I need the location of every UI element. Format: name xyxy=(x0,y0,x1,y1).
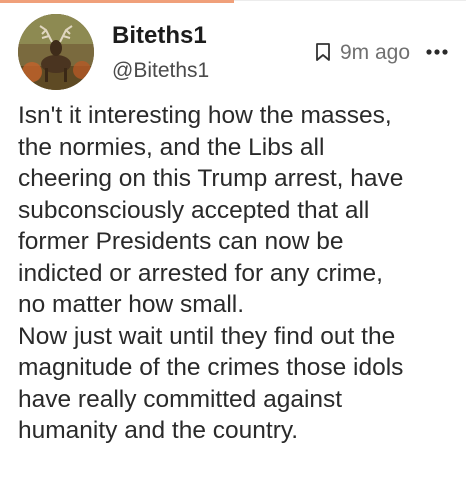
post-body-line: Isn't it interesting how the masses, xyxy=(18,102,392,129)
post-body-line: magnitude of the crimes those idols xyxy=(18,354,404,381)
bookmark-icon[interactable] xyxy=(314,42,332,62)
avatar-image xyxy=(18,14,94,90)
display-name[interactable]: Biteths1 xyxy=(112,22,207,50)
post-timestamp: 9m ago xyxy=(340,41,411,64)
post-body-line: Now just wait until they find out the xyxy=(18,322,396,350)
more-options-icon[interactable] xyxy=(424,40,450,64)
post-body-line: the normies, and the Libs all xyxy=(18,133,325,161)
user-handle[interactable]: @Biteths1 xyxy=(112,58,209,84)
post-body-line: no matter how small. xyxy=(18,291,245,318)
post-body: Isn't it interesting how the masses, the… xyxy=(18,100,458,447)
post-body-line: cheering on this Trump arrest, have xyxy=(18,165,404,192)
post-body-line: former Presidents can now be xyxy=(18,228,344,255)
post-body-line: humanity and the country. xyxy=(18,417,299,444)
avatar[interactable] xyxy=(18,14,94,90)
post-card: Biteths1 @Biteths1 9m ago Isn't it inter… xyxy=(0,0,466,500)
post-body-line: subconsciously accepted that all xyxy=(18,196,370,224)
post-body-line: have really committed against xyxy=(18,385,343,413)
post-body-line: indicted or arrested for any crime, xyxy=(18,259,383,287)
